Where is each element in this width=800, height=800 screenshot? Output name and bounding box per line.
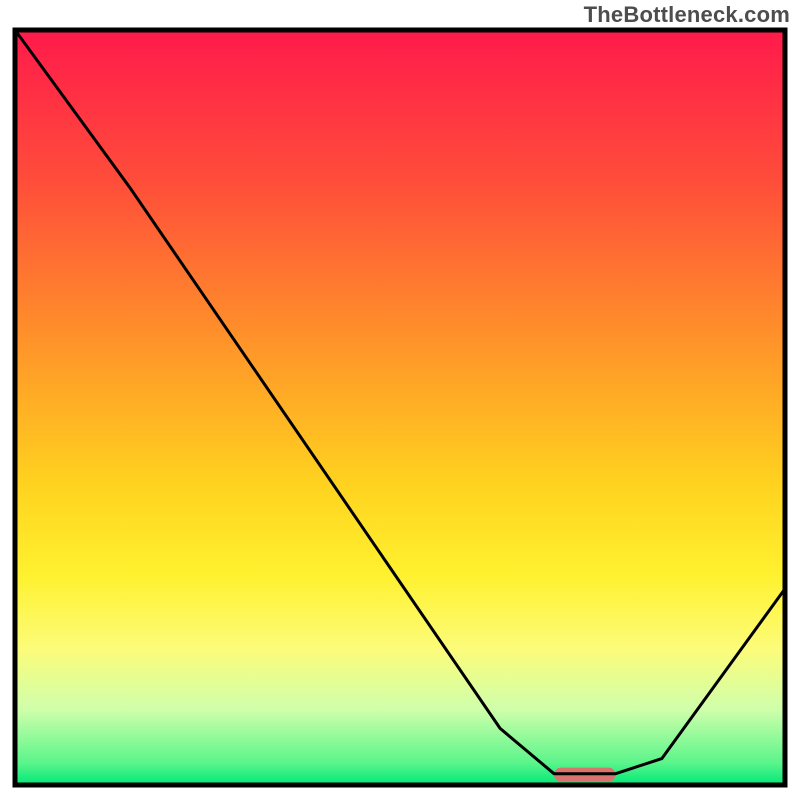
bottleneck-chart xyxy=(0,0,800,800)
watermark-text: TheBottleneck.com xyxy=(584,2,790,28)
chart-container: TheBottleneck.com xyxy=(0,0,800,800)
